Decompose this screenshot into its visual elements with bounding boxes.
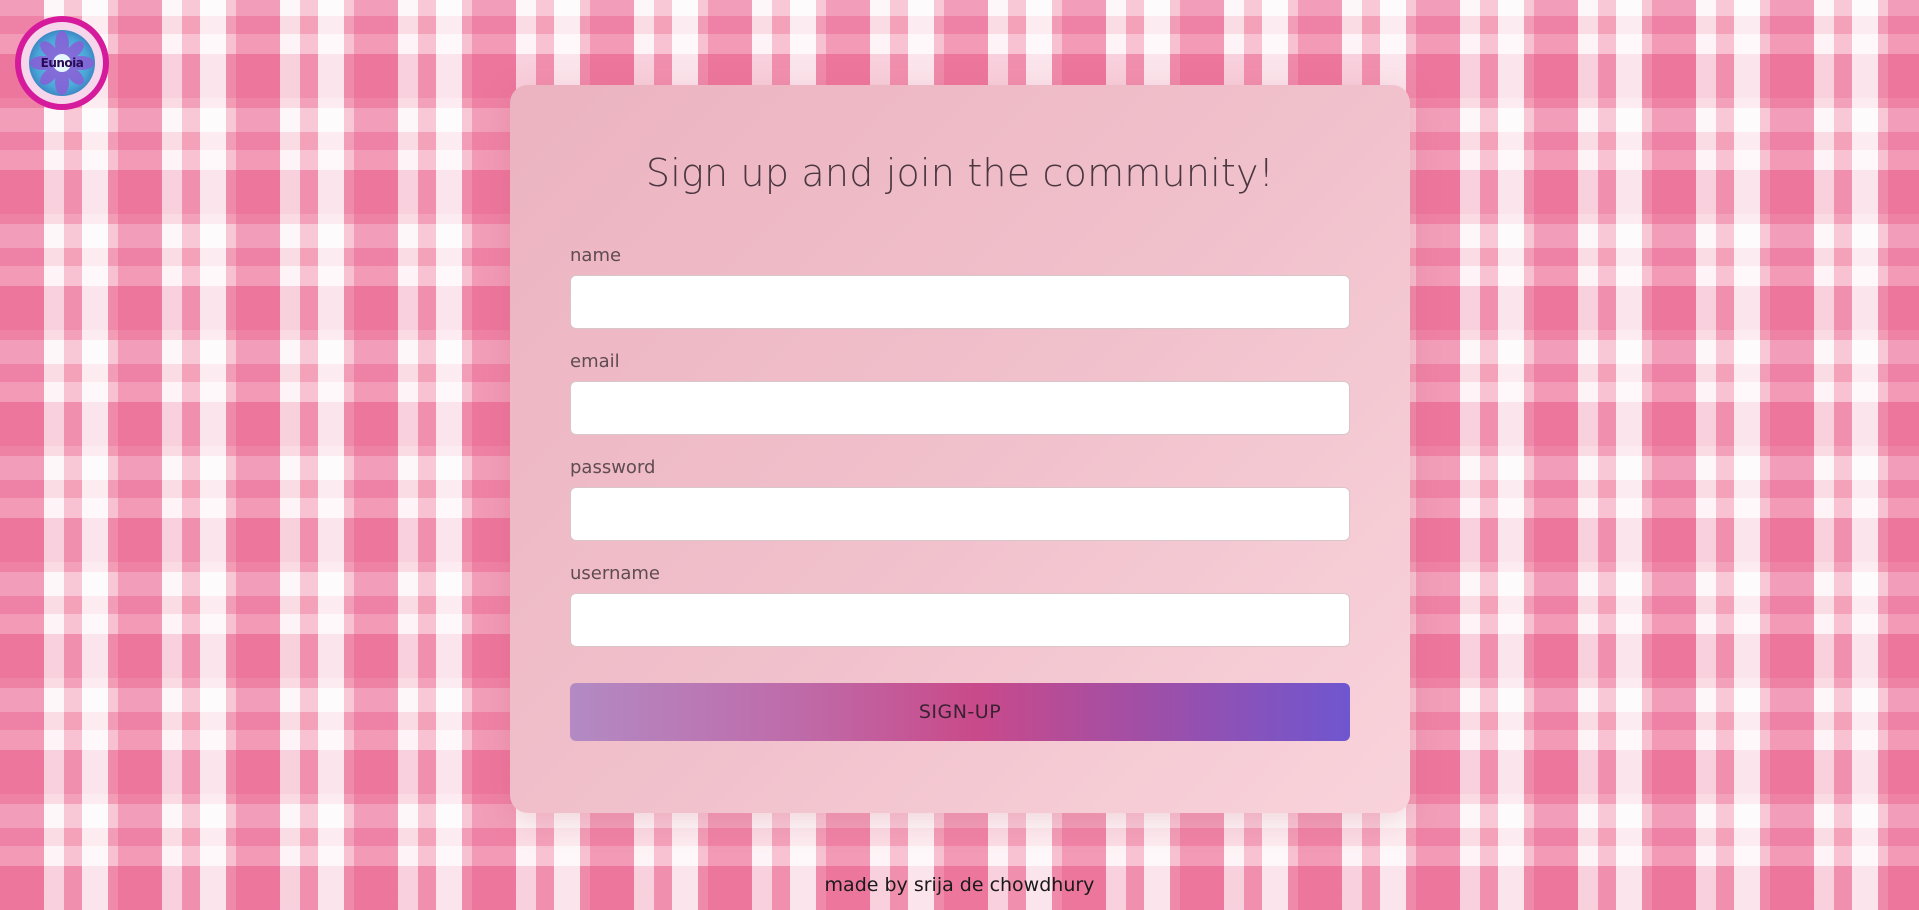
username-input[interactable]	[570, 593, 1350, 647]
password-field-group: password	[570, 457, 1350, 541]
name-input[interactable]	[570, 275, 1350, 329]
flower-logo-icon: Eunoia	[29, 30, 95, 96]
name-label: name	[570, 245, 622, 266]
site-logo[interactable]: Eunoia	[15, 16, 109, 110]
username-label: username	[570, 563, 660, 584]
email-input[interactable]	[570, 381, 1350, 435]
name-field-group: name	[570, 245, 1350, 329]
page-title: Sign up and join the community!	[645, 151, 1275, 195]
signup-card: Sign up and join the community! name ema…	[510, 85, 1410, 813]
password-label: password	[570, 457, 656, 478]
logo-text: Eunoia	[40, 56, 84, 70]
username-field-group: username	[570, 563, 1350, 647]
email-field-group: email	[570, 351, 1350, 435]
footer-credit: made by srija de chowdhury	[824, 874, 1095, 896]
password-input[interactable]	[570, 487, 1350, 541]
signup-button[interactable]: SIGN-UP	[570, 683, 1350, 741]
email-label: email	[570, 351, 620, 372]
